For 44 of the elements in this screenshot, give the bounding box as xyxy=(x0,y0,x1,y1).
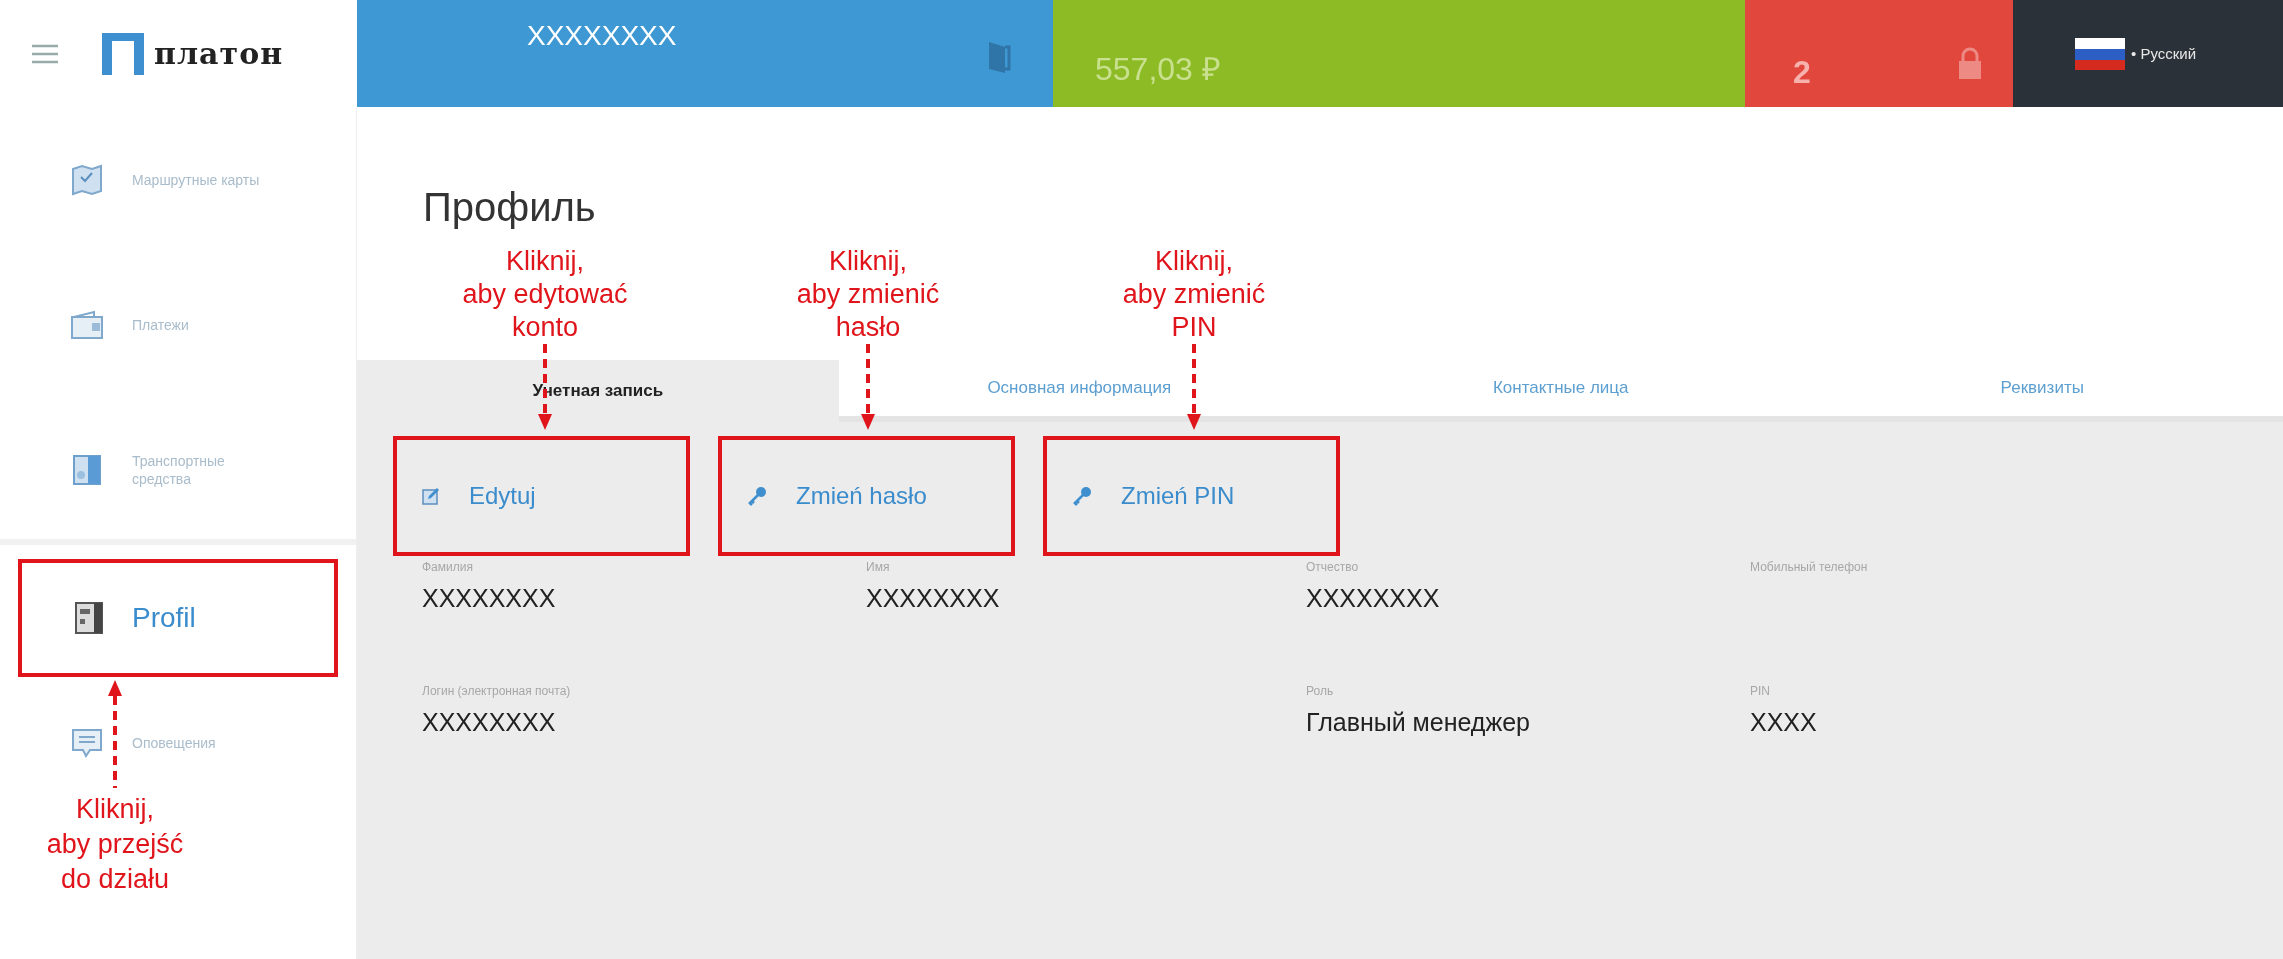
sidebar-item[interactable]: Платежи xyxy=(0,252,356,397)
id-card-icon xyxy=(74,601,104,635)
wallet-icon xyxy=(70,309,104,340)
page-title: Профиль xyxy=(422,184,597,231)
field-label: Логин (электронная почта) xyxy=(422,684,572,698)
annotation-text: Kliknij, aby zmienić PIN xyxy=(1122,245,1266,344)
account-id: XXXXXXXX xyxy=(527,20,677,53)
field-label: Фамилия xyxy=(422,560,474,574)
annotation-text: Kliknij, aby przejść do działu xyxy=(46,793,184,896)
key-icon xyxy=(1071,485,1093,507)
sidebar-item[interactable]: Profil xyxy=(22,563,334,673)
edit-icon xyxy=(421,486,441,506)
sidebar-item[interactable]: Маршрутные карты xyxy=(0,107,356,252)
field-label: Имя xyxy=(866,560,891,574)
field-value: XXXXXXXX xyxy=(422,708,557,737)
change-key-button[interactable]: Zmień hasło xyxy=(722,482,927,510)
field-label: PIN xyxy=(1750,684,1771,698)
flag-icon[interactable] xyxy=(2075,37,2125,70)
sidebar-item[interactable]: Оповещения xyxy=(0,707,356,779)
menu-icon[interactable] xyxy=(30,42,60,65)
field-value: XXXX xyxy=(1750,708,1818,737)
annotation-text: Kliknij, aby zmienić hasło xyxy=(796,245,940,344)
logo-icon xyxy=(100,30,146,77)
field-value: XXXXXXXX xyxy=(866,584,1001,613)
balance-value: 557,03 ₽ xyxy=(1095,50,1221,89)
field-value: XXXXXXXX xyxy=(422,584,557,613)
map-icon xyxy=(70,162,104,197)
language-selector[interactable]: • Русский xyxy=(2131,45,2197,62)
edit-button[interactable]: Edytuj xyxy=(397,482,536,510)
lock-icon[interactable] xyxy=(1957,47,1983,81)
sidebar-item[interactable]: Транспортные средства xyxy=(0,397,356,542)
logo-text: платон xyxy=(154,36,284,71)
change-key-button[interactable]: Zmień PIN xyxy=(1047,482,1235,510)
field-label: Мобильный телефон xyxy=(1750,560,1869,574)
tab[interactable]: Учетная запись xyxy=(357,360,839,422)
message-icon xyxy=(70,726,104,760)
field-value: Главный менеджер xyxy=(1306,708,1531,737)
key-icon xyxy=(746,485,768,507)
field-value: XXXXXXXX xyxy=(1306,584,1441,613)
alert-count: 2 xyxy=(1793,54,1811,91)
field-label: Роль xyxy=(1306,684,1335,698)
document-icon xyxy=(70,452,104,487)
annotation-text: Kliknij, aby edytować konto xyxy=(462,245,628,344)
field-label: Отчество xyxy=(1306,560,1360,574)
